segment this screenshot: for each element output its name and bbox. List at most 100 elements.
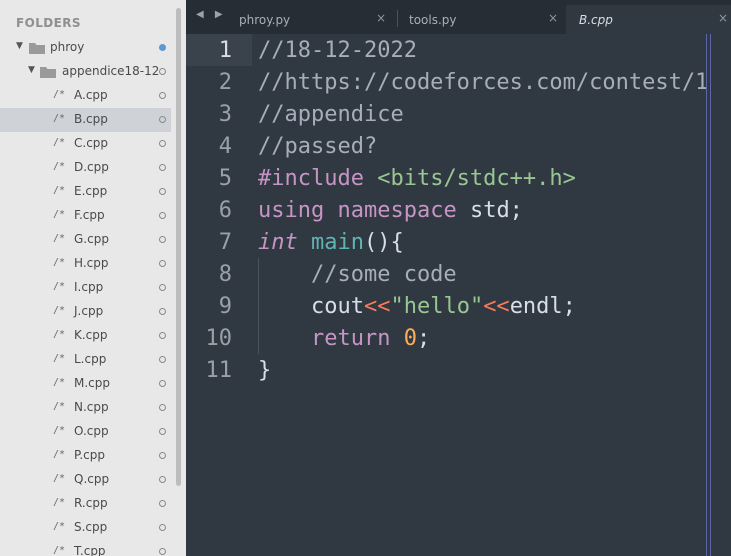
file-label: T.cpp [74,544,106,556]
code-token: endl; [509,294,576,319]
line-number: 3 [218,102,232,127]
file-item[interactable]: /* F.cpp [0,204,171,228]
status-circle-icon [159,92,166,99]
cpp-file-icon: /* [53,209,66,220]
close-icon[interactable]: × [718,11,728,25]
function-token: main [311,230,364,255]
folders-header: FOLDERS [16,16,81,30]
status-circle-icon [159,476,166,483]
sidebar-scrollbar[interactable] [176,8,181,486]
status-circle-icon [159,236,166,243]
file-item[interactable]: /* S.cpp [0,516,171,540]
file-item[interactable]: /* R.cpp [0,492,171,516]
cpp-file-icon: /* [53,257,66,268]
file-label: G.cpp [74,232,109,246]
tab-tools-py[interactable]: tools.py × [394,5,564,34]
code-token: (){ [363,230,404,255]
cpp-file-icon: /* [53,329,66,340]
file-item[interactable]: /* D.cpp [0,156,171,180]
code-line-4: //passed? [258,134,378,159]
line-number: 10 [205,326,233,351]
tab-bar: ◀ ▶ phroy.py × tools.py × B.cpp × [186,0,731,34]
file-item[interactable]: /* J.cpp [0,300,171,324]
status-circle-icon [159,428,166,435]
file-label: F.cpp [74,208,105,222]
string-token: "hello" [390,294,484,319]
code-line-11: } [258,358,272,383]
cpp-file-icon: /* [53,545,66,556]
status-circle-icon [159,548,166,555]
file-item[interactable]: /* N.cpp [0,396,171,420]
code-line-8: //some code [258,262,457,287]
tab-nav-arrows-icon[interactable]: ◀ ▶ [196,9,227,20]
folder-appendice[interactable]: ▼ appendice18-12 [0,60,171,84]
status-circle-icon [159,140,166,147]
file-item[interactable]: /* L.cpp [0,348,171,372]
file-label: Q.cpp [74,472,110,486]
keyword-token: namespace [337,198,457,223]
folder-phroy[interactable]: ▼ phroy [0,36,171,60]
cpp-file-icon: /* [53,161,66,172]
status-circle-icon [159,356,166,363]
file-item[interactable]: /* M.cpp [0,372,171,396]
line-number: 1 [218,38,232,63]
file-item[interactable]: /* P.cpp [0,444,171,468]
cpp-file-icon: /* [53,353,66,364]
include-token: <bits/stdc++.h> [363,166,576,191]
status-circle-icon [159,188,166,195]
operator-token: << [483,294,510,319]
expand-arrow-icon[interactable]: ▼ [28,65,35,75]
tab-b-cpp[interactable]: B.cpp × [566,5,731,34]
cpp-file-icon: /* [53,473,66,484]
cpp-file-icon: /* [53,305,66,316]
file-item[interactable]: /* I.cpp [0,276,171,300]
file-item[interactable]: /* O.cpp [0,420,171,444]
status-circle-icon [159,164,166,171]
file-label: I.cpp [74,280,104,294]
close-icon[interactable]: × [376,11,386,25]
file-label: M.cpp [74,376,110,390]
cpp-file-icon: /* [53,281,66,292]
file-item[interactable]: /* A.cpp [0,84,171,108]
status-circle-icon [159,212,166,219]
status-circle-icon [159,68,166,75]
code-token: std; [456,198,523,223]
file-label: B.cpp [74,112,108,126]
code-editor[interactable]: 1 2 3 4 5 6 7 8 9 10 11 //18-12-2022 //https://cod… [186,34,731,556]
file-label: D.cpp [74,160,109,174]
file-item[interactable]: /* Q.cpp [0,468,171,492]
folder-icon [29,43,45,54]
file-item[interactable]: /* H.cpp [0,252,171,276]
close-icon[interactable]: × [548,11,558,25]
code-line-6: using namespace std; [258,198,523,223]
file-item[interactable]: /* B.cpp [0,108,171,132]
expand-arrow-icon[interactable]: ▼ [16,41,23,51]
file-label: C.cpp [74,136,109,150]
keyword-token: using [258,198,325,223]
cpp-file-icon: /* [53,377,66,388]
file-item[interactable]: /* K.cpp [0,324,171,348]
operator-token: << [363,294,391,319]
code-line-7: int main(){ [258,230,404,255]
line-number: 4 [218,134,232,159]
status-circle-icon [159,380,166,387]
cpp-file-icon: /* [53,233,66,244]
file-label: S.cpp [74,520,108,534]
keyword-token: return [258,326,391,351]
tab-phroy-py[interactable]: phroy.py × [224,5,394,34]
code-line-5: #include <bits/stdc++.h> [258,166,576,191]
file-item[interactable]: /* G.cpp [0,228,171,252]
file-label: H.cpp [74,256,109,270]
file-item[interactable]: /* T.cpp [0,540,171,556]
line-number: 6 [218,198,232,223]
cpp-file-icon: /* [53,185,66,196]
file-label: N.cpp [74,400,109,414]
type-token: int [258,230,298,255]
file-item[interactable]: /* C.cpp [0,132,171,156]
cpp-file-icon: /* [53,89,66,100]
line-number: 11 [205,358,233,383]
cpp-file-icon: /* [53,425,66,436]
code-line-9: cout<<"hello"<<endl; [258,294,576,319]
file-item[interactable]: /* E.cpp [0,180,171,204]
folder-label: appendice18-12 [62,64,160,78]
